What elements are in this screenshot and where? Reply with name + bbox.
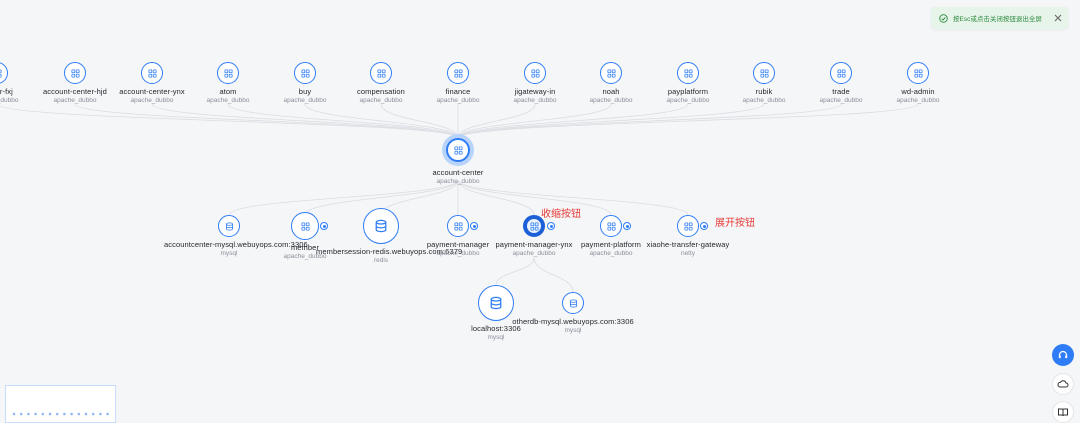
node-label: wd-admin — [901, 87, 935, 96]
toast-message: 按Esc或点击关闭按钮退出全屏 — [953, 16, 1042, 23]
minimap-dot — [48, 412, 52, 416]
service-icon — [600, 215, 622, 237]
service-icon — [677, 62, 699, 84]
service-icon — [294, 62, 316, 84]
node-label: xiaohe-transfer-gateway — [646, 240, 730, 249]
minimap-dot — [55, 412, 59, 416]
edge-upstream-10 — [457, 103, 765, 139]
node-type: mysql — [564, 327, 582, 334]
close-icon[interactable] — [1054, 14, 1062, 22]
node-label: otherdb-mysql.webuyops.com:3306 — [512, 317, 634, 326]
minimap-dot — [91, 412, 95, 416]
minimap-nodes — [12, 412, 109, 416]
fullscreen-toast: 按Esc或点击关闭按钮退出全屏 — [931, 7, 1068, 29]
minimap-dot — [63, 412, 66, 416]
minimap-dot — [19, 412, 23, 416]
cloud-icon — [1057, 380, 1069, 388]
minimap-dot — [99, 412, 102, 416]
service-icon — [64, 62, 86, 84]
headset-support-button[interactable] — [1052, 344, 1074, 366]
minimap-dot — [12, 412, 16, 416]
minimap-dot — [70, 412, 73, 416]
service-icon — [600, 62, 622, 84]
database-icon — [562, 292, 584, 314]
service-icon — [0, 62, 8, 84]
edge-upstream-2 — [151, 103, 459, 139]
minimap-dot — [41, 412, 45, 416]
edge-upstream-4 — [304, 103, 459, 139]
edge-upstream-0 — [0, 105, 459, 139]
service-icon — [447, 62, 469, 84]
minimap-dot — [84, 412, 88, 416]
graph-minimap[interactable] — [5, 385, 116, 423]
service-icon — [830, 62, 852, 84]
cloud-button[interactable] — [1052, 373, 1074, 395]
service-icon — [447, 215, 469, 237]
graph-node-account-center[interactable]: account-center apache_dubbo — [393, 138, 523, 185]
edge-upstream-12 — [457, 103, 919, 139]
service-icon — [370, 62, 392, 84]
edge-downstream-5 — [457, 179, 612, 216]
edge-upstream-11 — [457, 103, 842, 139]
minimap-dot — [27, 412, 30, 416]
node-type: netty — [680, 250, 696, 257]
service-icon — [677, 215, 699, 237]
expand-toggle-xiaohe-transfer-gateway[interactable] — [700, 222, 708, 230]
service-icon — [446, 138, 470, 162]
annotation-collapse-button: 收缩按钮 — [541, 209, 581, 220]
edge-third-0 — [495, 257, 535, 286]
service-icon — [907, 62, 929, 84]
check-circle-icon — [939, 13, 948, 23]
node-label: account-center — [432, 168, 484, 177]
node-type: redis — [373, 257, 389, 264]
edge-downstream-4 — [457, 179, 535, 216]
service-icon — [753, 62, 775, 84]
docs-button[interactable] — [1052, 401, 1074, 423]
minimap-dot — [34, 412, 37, 416]
minimap-dot — [77, 412, 81, 416]
headset-icon — [1058, 350, 1068, 359]
graph-node-wd-admin[interactable]: wd-admin apache_dubbo — [853, 62, 983, 104]
service-icon — [291, 212, 319, 240]
service-icon — [141, 62, 163, 84]
minimap-dot — [106, 412, 109, 416]
annotation-expand-button: 展开按钮 — [715, 218, 755, 229]
edge-upstream-1 — [74, 103, 459, 139]
book-icon — [1058, 408, 1068, 417]
service-icon — [217, 62, 239, 84]
node-type: apache_dubbo — [896, 97, 940, 104]
node-type: apache_dubbo — [436, 178, 480, 185]
edge-upstream-8 — [457, 103, 612, 139]
database-icon — [218, 215, 240, 237]
node-type: mysql — [487, 334, 505, 341]
graph-node-otherdb-mysql[interactable]: otherdb-mysql.webuyops.com:3306 mysql — [508, 292, 638, 334]
service-icon — [524, 62, 546, 84]
